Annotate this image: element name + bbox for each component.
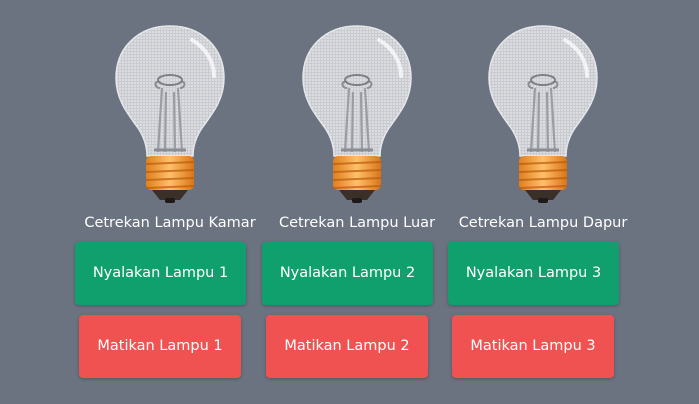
turn-on-lamp-2-button[interactable]: Nyalakan Lampu 2 [262,242,433,305]
lightbulb-icon [110,22,230,206]
lamp-caption: Cetrekan Lampu Kamar [84,215,256,231]
lightbulb-icon [483,22,603,206]
turn-on-lamp-3-button[interactable]: Nyalakan Lampu 3 [448,242,619,305]
turn-off-lamp-1-button[interactable]: Matikan Lampu 1 [79,315,241,378]
lightbulb-icon [297,22,417,206]
lamp-caption: Cetrekan Lampu Dapur [458,215,628,231]
lamp-caption: Cetrekan Lampu Luar [278,215,436,231]
turn-off-lamp-2-button[interactable]: Matikan Lampu 2 [266,315,428,378]
lamp-panel-1: Cetrekan Lampu Kamar Nyalakan Lampu 1 Ma… [75,0,265,404]
turn-on-lamp-1-button[interactable]: Nyalakan Lampu 1 [75,242,246,305]
lamp-panel-2: Cetrekan Lampu Luar Nyalakan Lampu 2 Mat… [262,0,452,404]
turn-off-lamp-3-button[interactable]: Matikan Lampu 3 [452,315,614,378]
lamp-panel-3: Cetrekan Lampu Dapur Nyalakan Lampu 3 Ma… [448,0,638,404]
